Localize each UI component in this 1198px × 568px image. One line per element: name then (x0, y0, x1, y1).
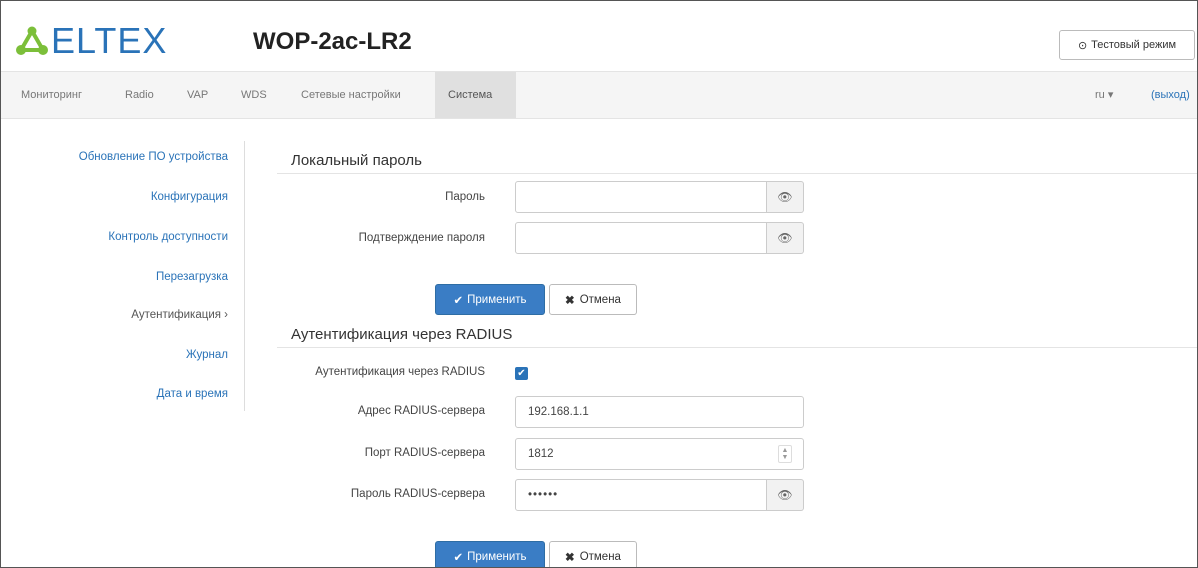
check-icon: ✔ (453, 294, 464, 307)
nav-vap[interactable]: VAP (175, 72, 220, 118)
device-model: WOP-2ac-LR2 (253, 28, 412, 55)
port-stepper[interactable]: ▲ ▼ (778, 445, 792, 463)
nav-radio[interactable]: Radio (113, 72, 166, 118)
cancel-label: Отмена (579, 550, 621, 563)
confirm-password-label: Подтверждение пароля (358, 232, 485, 244)
eye-icon: 👁 (777, 190, 793, 204)
app-window: ELTEX WOP-2ac-LR2 ⊙ Тестовый режим Монит… (0, 0, 1198, 568)
section-divider (277, 173, 1197, 174)
header: ELTEX WOP-2ac-LR2 ⊙ Тестовый режим (1, 1, 1197, 71)
eltex-logo: ELTEX (15, 23, 167, 59)
radius-server-port-input[interactable]: 1812 (515, 438, 804, 470)
radius-server-password-label: Пароль RADIUS-сервера (350, 488, 485, 500)
radius-server-address-input[interactable]: 192.168.1.1 (515, 396, 804, 428)
apply-password-button[interactable]: ✔ Применить (435, 284, 545, 315)
close-icon: ✖ (565, 551, 575, 564)
check-icon: ✔ (453, 551, 464, 564)
apply-label: Применить (467, 293, 527, 306)
logo-text: ELTEX (51, 20, 168, 61)
eye-icon: 👁 (777, 231, 793, 245)
eye-icon: 👁 (777, 488, 793, 502)
sidebar-item-date-time[interactable]: Дата и время (157, 388, 228, 400)
nav-system[interactable]: Система (435, 72, 516, 118)
radius-section-title: Аутентификация через RADIUS (291, 326, 513, 343)
radius-server-address-label: Адрес RADIUS-сервера (357, 405, 485, 417)
radius-enable-label: Аутентификация через RADIUS (315, 366, 485, 378)
nav-network-settings[interactable]: Сетевые настройки (289, 72, 413, 118)
apply-label: Применить (467, 550, 527, 563)
password-input[interactable] (515, 181, 767, 213)
radius-server-password-input[interactable]: •••••• (515, 479, 767, 511)
show-confirm-password-toggle[interactable]: 👁 (767, 222, 804, 254)
radius-server-port-label: Порт RADIUS-сервера (364, 447, 485, 459)
cancel-radius-button[interactable]: ✖ Отмена (549, 541, 637, 567)
close-icon: ✖ (565, 294, 575, 307)
top-nav: Мониторинг Radio VAP WDS Сетевые настрой… (1, 71, 1197, 119)
password-label: Пароль (445, 191, 485, 203)
clock-icon: ⊙ (1077, 39, 1088, 52)
sidebar: Обновление ПО устройства Конфигурация Ко… (1, 141, 245, 411)
logo-mark-icon (16, 26, 48, 55)
chevron-up-icon: ▲ (781, 447, 789, 454)
sidebar-item-firmware-update[interactable]: Обновление ПО устройства (79, 151, 228, 163)
radius-enable-checkbox[interactable]: ✔ (515, 367, 528, 380)
confirm-password-input[interactable] (515, 222, 767, 254)
sidebar-item-reboot[interactable]: Перезагрузка (156, 271, 228, 283)
sidebar-item-log[interactable]: Журнал (186, 349, 228, 361)
test-mode-button[interactable]: ⊙ Тестовый режим (1059, 30, 1195, 60)
sidebar-item-availability-control[interactable]: Контроль доступности (108, 231, 228, 243)
test-mode-label: Тестовый режим (1091, 39, 1177, 51)
cancel-label: Отмена (579, 293, 621, 306)
check-icon: ✔ (517, 368, 526, 379)
chevron-down-icon: ▼ (781, 454, 789, 461)
nav-monitoring[interactable]: Мониторинг (9, 72, 94, 118)
show-radius-password-toggle[interactable]: 👁 (767, 479, 804, 511)
section-divider (277, 347, 1197, 348)
local-password-title: Локальный пароль (291, 152, 422, 169)
sidebar-item-configuration[interactable]: Конфигурация (151, 191, 228, 203)
language-dropdown[interactable]: ru ▾ (1095, 72, 1113, 118)
apply-radius-button[interactable]: ✔ Применить (435, 541, 545, 567)
show-password-toggle[interactable]: 👁 (767, 181, 804, 213)
cancel-password-button[interactable]: ✖ Отмена (549, 284, 637, 315)
logout-link[interactable]: (выход) (1151, 72, 1190, 118)
nav-wds[interactable]: WDS (229, 72, 279, 118)
sidebar-item-authentication[interactable]: Аутентификация › (131, 309, 228, 321)
